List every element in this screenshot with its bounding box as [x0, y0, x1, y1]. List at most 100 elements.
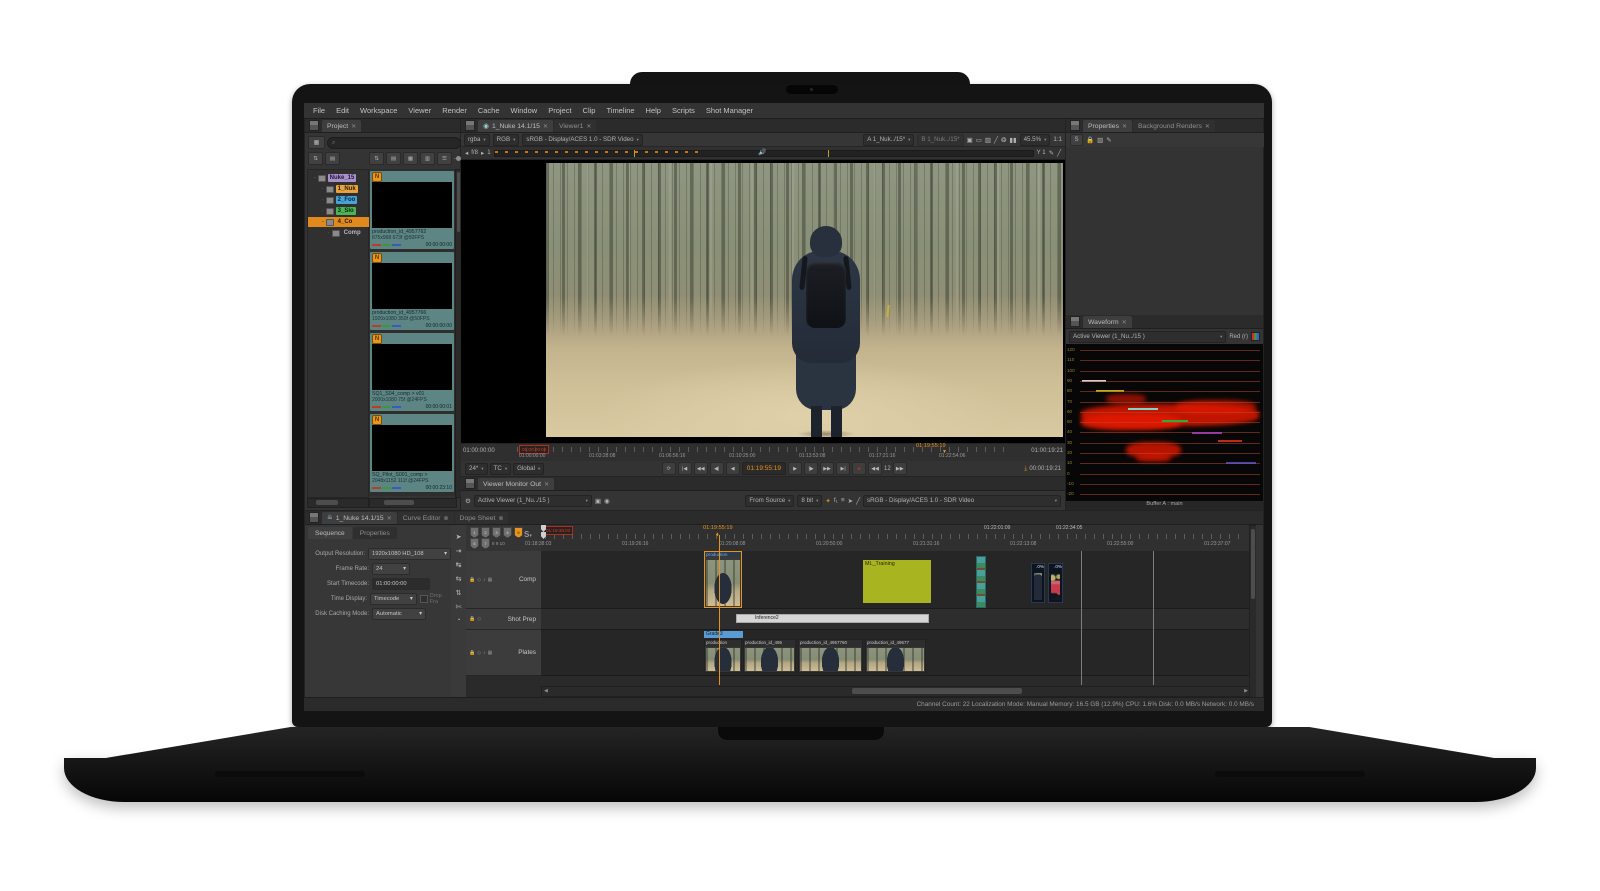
channels-dropdown[interactable]: rgba▾ [464, 134, 490, 146]
timeline-clip-plate[interactable]: production_id_495 [743, 639, 796, 673]
enable-icon[interactable]: ◇ [477, 616, 481, 622]
multi-tool-icon[interactable]: ➤ [456, 533, 462, 541]
monitor-colorspace-dropdown[interactable]: sRGB - Display/ACES 1.0 - SDR Video▾ [863, 495, 1061, 507]
image-icon[interactable]: ▨ [1097, 136, 1103, 144]
expander-icon[interactable]: · [322, 208, 324, 214]
tag-shield-icon[interactable]: 4 [503, 527, 512, 538]
gear-icon[interactable]: ⚙ [465, 497, 471, 505]
menu-item-render[interactable]: Render [442, 106, 467, 115]
input-a-dropdown[interactable]: A 1_Nuk../15*▾ [863, 134, 914, 146]
field-value-dropdown[interactable]: Automatic▾ [372, 608, 426, 620]
field-value-dropdown[interactable]: 1920x1080 HD_108▾ [368, 548, 451, 560]
export-icon[interactable]: ⤓ [1024, 465, 1027, 473]
panel-menu-icon[interactable] [309, 512, 319, 523]
roi-icon[interactable]: ❂ [1001, 136, 1006, 144]
panel-menu-icon[interactable] [1070, 120, 1080, 131]
timeline-clip-comp[interactable]: .0% [1048, 563, 1063, 603]
menu-item-viewer[interactable]: Viewer [408, 106, 431, 115]
tab-curve-editor[interactable]: Curve Editor ⊗ [398, 512, 454, 524]
fullscreen-icon[interactable]: ▣ [595, 497, 601, 505]
track-body-plates[interactable]: Grade3productionproduction_id_495product… [541, 630, 1249, 676]
play-fwd-fast-icon[interactable]: ▶▶ [820, 462, 834, 475]
field-value-input[interactable]: 01:00:00:00 [372, 578, 430, 590]
timeline-ruler[interactable]: 01:18:38:0301:19:26:1601:20:08:0801:20:5… [541, 525, 1249, 552]
viewer-viewport[interactable] [461, 160, 1065, 443]
viewer-timeline[interactable]: 01:00:00:00 01:00:00:00 01:00:00:0001:03… [461, 443, 1065, 463]
go-first-icon[interactable]: |◀ [678, 462, 692, 475]
list-icon[interactable]: ▤ [325, 152, 340, 165]
tab-waveform[interactable]: Waveform ✕ [1083, 316, 1132, 328]
close-icon[interactable]: ✕ [351, 123, 356, 130]
blend-icon[interactable]: ▨ [985, 136, 991, 144]
subtab-sequence[interactable]: Sequence [308, 527, 352, 539]
expander-icon[interactable]: · [328, 230, 330, 236]
expander-icon[interactable]: · [322, 197, 324, 203]
bin-clip-card[interactable]: Nproduction_id_4957762875x968 673f @50FP… [370, 171, 454, 249]
pencil-icon[interactable]: ✎ [1106, 136, 1111, 144]
timeline-clip-plate[interactable]: production [704, 639, 742, 673]
ruler-marker-pin[interactable] [541, 525, 546, 532]
list-icon[interactable]: ▤ [386, 152, 401, 165]
hand-icon[interactable]: ✦ [825, 497, 830, 505]
drop-frame-checkbox[interactable] [420, 595, 428, 603]
lock-icon[interactable]: 🔒 [469, 616, 475, 622]
ruler-marker-pin[interactable] [541, 532, 546, 539]
current-timecode[interactable]: 01:19:55:19 [742, 462, 786, 475]
timeline-hscrollbar[interactable]: ◀▶ [541, 686, 1251, 697]
retime-tool-icon[interactable]: ◔ [456, 617, 460, 624]
tag-shield-icon[interactable]: 3 [492, 527, 501, 538]
tag-shield-icon[interactable]: 7 [481, 538, 490, 549]
play-back-icon[interactable]: ◀ [726, 462, 740, 475]
go-last-icon[interactable]: ▶| [836, 462, 850, 475]
expander-icon[interactable]: - [314, 175, 316, 181]
menu-item-window[interactable]: Window [511, 106, 538, 115]
menu-item-scripts[interactable]: Scripts [672, 106, 695, 115]
project-grid-button[interactable]: ▦ [308, 136, 325, 149]
bin-clip-card[interactable]: Nproduction_id_49577661920x1080 350f @50… [370, 252, 454, 330]
slide-tool-icon[interactable]: ⇅ [456, 589, 462, 597]
pause-icon[interactable]: ▮▮ [1009, 136, 1016, 144]
input-b-dropdown[interactable]: B 1_Nuk../15* [917, 134, 963, 146]
move-tool-icon[interactable]: ⇥ [456, 547, 462, 555]
close-icon[interactable]: ✕ [544, 481, 549, 488]
timeline-playhead-line[interactable] [719, 535, 720, 685]
close-icon[interactable]: ✕ [1122, 123, 1127, 130]
tc-mode-dropdown[interactable]: TC▾ [490, 463, 512, 475]
tab-background-renders[interactable]: Background Renders ✕ [1133, 120, 1215, 132]
expander-icon[interactable]: · [322, 186, 324, 192]
waveform-channel[interactable]: Red (r) [1229, 334, 1248, 340]
subtab-properties[interactable]: Properties [353, 527, 397, 539]
tree-hscrollbar[interactable] [307, 498, 369, 508]
close-icon[interactable]: ✕ [586, 123, 591, 130]
pencil-icon[interactable]: ✎ [1049, 149, 1054, 157]
menu-item-clip[interactable]: Clip [583, 106, 596, 115]
lock-icon[interactable]: 🔒 [1086, 136, 1094, 144]
enable-icon[interactable]: ◇ [477, 577, 481, 583]
track-header-shotprep[interactable]: 🔒◇ Shot Prep [466, 609, 541, 630]
thumb-view-icon[interactable]: ▥ [420, 152, 435, 165]
tag-s-button[interactable]: S▾ [524, 530, 532, 539]
timeline-clip-comp[interactable]: production [704, 551, 742, 608]
step-fwd-12-icon[interactable]: ▶▶ [893, 462, 907, 475]
close-icon[interactable]: ⊗ [498, 515, 503, 522]
track-header-comp[interactable]: 🔒◇♪▦ Comp [466, 551, 541, 609]
next-icon[interactable]: ▸ [481, 149, 484, 157]
layer-dropdown[interactable]: RGB▾ [493, 134, 520, 146]
tag-shield-icon[interactable]: 1 [470, 527, 479, 538]
cursor-icon[interactable]: ➤ [848, 497, 853, 505]
slash-icon[interactable]: ╱ [856, 497, 860, 505]
step-fwd-icon[interactable]: |▶ [804, 462, 818, 475]
solo-button[interactable]: S [1070, 134, 1083, 146]
tag-shield-icon[interactable]: 6 [470, 538, 479, 549]
mute-icon[interactable]: ♪ [483, 577, 486, 583]
timeline-clip-plate[interactable]: production_id_4957760 [798, 639, 863, 673]
tab-dope-sheet[interactable]: Dope Sheet ⊗ [455, 512, 509, 524]
wipe-icon[interactable]: ▣ [967, 136, 973, 144]
menu-item-help[interactable]: Help [646, 106, 661, 115]
track-header-plates[interactable]: 🔒◇♪▦ Plates [466, 630, 541, 676]
lock-icon[interactable]: 🔒 [469, 650, 475, 656]
active-viewer-dropdown[interactable]: Active Viewer (1_Nu../15 )▾ [474, 495, 592, 507]
close-icon[interactable]: ✕ [1205, 123, 1210, 130]
menu-item-cache[interactable]: Cache [478, 106, 500, 115]
timeline-clip-plate[interactable]: production_id_49577 [865, 639, 926, 673]
